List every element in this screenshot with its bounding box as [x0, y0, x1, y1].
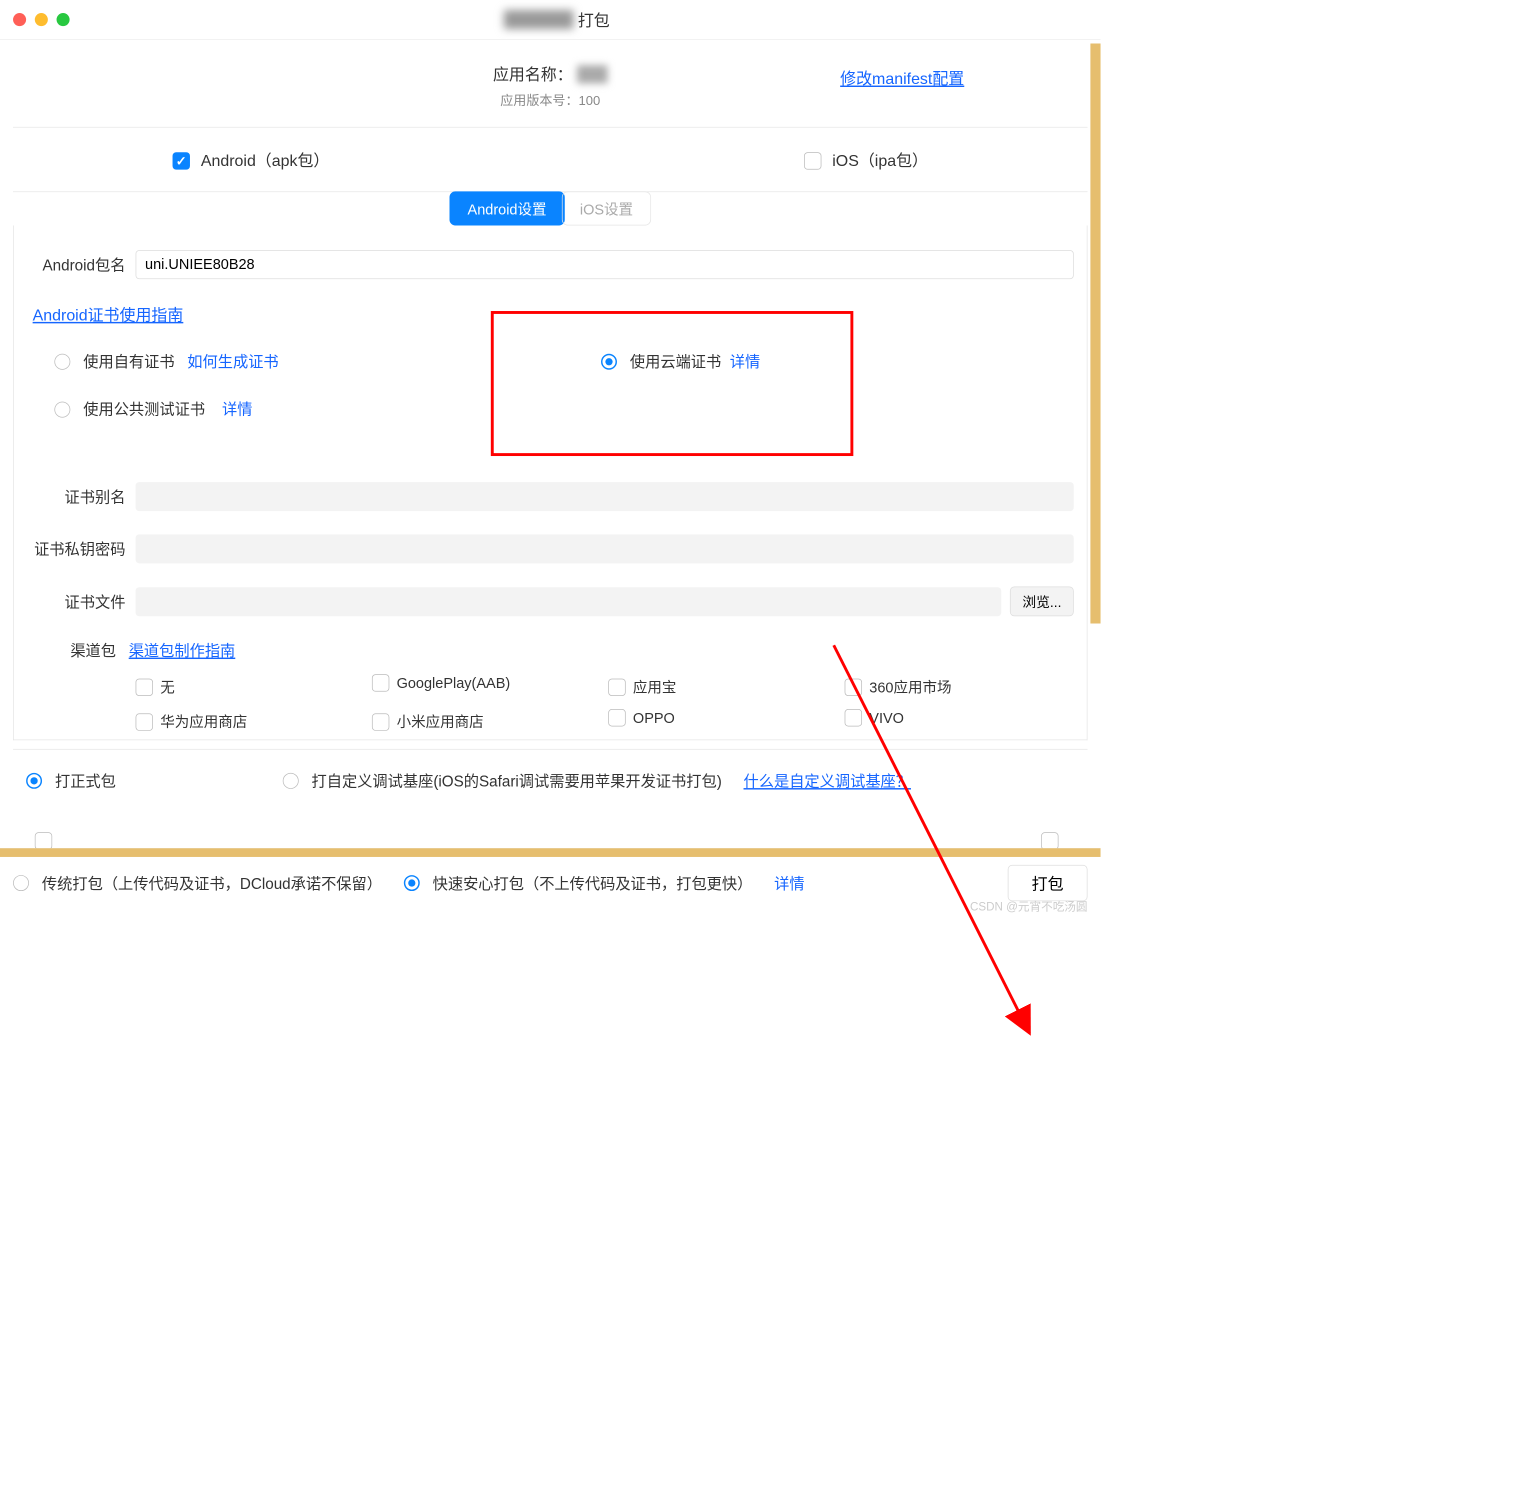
- fast-radio[interactable]: [404, 875, 420, 891]
- public-cert-label: 使用公共测试证书: [83, 402, 205, 419]
- channel-360: 360应用市场: [869, 680, 951, 696]
- channel-xiaomi: 小米应用商店: [397, 715, 484, 731]
- title-blurred: xxxxxxxx: [504, 10, 574, 29]
- modify-manifest-link[interactable]: 修改manifest配置: [840, 66, 964, 89]
- channel-oppo: OPPO: [633, 711, 675, 727]
- cert-keypwd-input[interactable]: [136, 535, 1074, 564]
- tab-ios[interactable]: iOS设置: [562, 192, 651, 226]
- cert-alias-label: 证书别名: [27, 486, 136, 508]
- app-name-value-blurred: xx: [577, 65, 607, 83]
- what-is-custom-link[interactable]: 什么是自定义调试基座？: [744, 770, 911, 792]
- bottom-detail-link[interactable]: 详情: [774, 872, 804, 894]
- how-gen-cert-link[interactable]: 如何生成证书: [187, 354, 278, 371]
- channel-google-cb[interactable]: [372, 674, 389, 691]
- channel-360-cb[interactable]: [845, 679, 862, 696]
- traditional-radio[interactable]: [13, 875, 29, 891]
- channel-yyb-cb[interactable]: [608, 679, 625, 696]
- window-title: xxxxxxxx 打包: [70, 8, 1044, 31]
- channel-vivo-cb[interactable]: [845, 709, 862, 726]
- package-name-input[interactable]: [136, 250, 1074, 279]
- fast-label: 快速安心打包（不上传代码及证书，打包更快）: [433, 876, 753, 893]
- hidden-cb1: [35, 832, 52, 848]
- public-cert-detail-link[interactable]: 详情: [222, 402, 252, 419]
- cert-guide-link[interactable]: Android证书使用指南: [33, 306, 184, 324]
- cert-keypwd-label: 证书私钥密码: [27, 538, 136, 560]
- channel-oppo-cb[interactable]: [608, 709, 625, 726]
- cert-alias-input[interactable]: [136, 482, 1074, 511]
- channel-huawei-cb[interactable]: [136, 713, 153, 730]
- traditional-label: 传统打包（上传代码及证书，DCloud承诺不保留）: [42, 876, 382, 893]
- channel-xiaomi-cb[interactable]: [372, 713, 389, 730]
- channel-none-cb[interactable]: [136, 679, 153, 696]
- channel-google: GooglePlay(AAB): [397, 676, 511, 692]
- channel-huawei: 华为应用商店: [160, 715, 247, 731]
- custom-base-radio[interactable]: [283, 773, 299, 789]
- maximize-icon[interactable]: [57, 13, 70, 26]
- formal-radio[interactable]: [26, 773, 42, 789]
- cert-file-input[interactable]: [136, 587, 1002, 616]
- browse-button[interactable]: 浏览...: [1010, 587, 1074, 617]
- channel-vivo: VIVO: [869, 711, 904, 727]
- android-checkbox[interactable]: [173, 152, 190, 169]
- gold-divider: [0, 848, 1101, 857]
- cert-file-label: 证书文件: [27, 591, 136, 613]
- channel-guide-link[interactable]: 渠道包制作指南: [129, 643, 236, 660]
- android-panel: Android包名 Android证书使用指南 使用自有证书 如何生成证书 使用…: [13, 226, 1087, 740]
- custom-base-label: 打自定义调试基座(iOS的Safari调试需要用苹果开发证书打包): [312, 773, 722, 790]
- formal-label: 打正式包: [55, 773, 116, 790]
- bottom-bar: 传统打包（上传代码及证书，DCloud承诺不保留） 快速安心打包（不上传代码及证…: [0, 848, 1101, 917]
- package-name-label: Android包名: [27, 254, 136, 276]
- gold-sidebar: [1090, 44, 1100, 624]
- annotation-red-box: [491, 311, 854, 456]
- app-version-value: 100: [579, 94, 601, 109]
- hidden-cb2: [1041, 832, 1058, 848]
- close-icon[interactable]: [13, 13, 26, 26]
- channel-yyb: 应用宝: [633, 680, 677, 696]
- tabs: Android设置iOS设置: [13, 192, 1087, 226]
- channel-label: 渠道包: [70, 643, 116, 660]
- own-cert-label: 使用自有证书: [83, 354, 174, 371]
- package-button[interactable]: 打包: [1008, 865, 1088, 901]
- public-cert-radio[interactable]: [54, 401, 70, 417]
- channel-none: 无: [160, 680, 175, 696]
- watermark: CSDN @元宵不吃汤圆: [970, 897, 1087, 914]
- platform-row: Android（apk包） iOS（ipa包）: [13, 128, 1087, 193]
- own-cert-radio[interactable]: [54, 354, 70, 370]
- build-type-row: 打正式包 打自定义调试基座(iOS的Safari调试需要用苹果开发证书打包) 什…: [13, 749, 1087, 812]
- app-name-label: 应用名称：: [493, 65, 573, 83]
- minimize-icon[interactable]: [35, 13, 48, 26]
- app-info: 应用名称： xx 应用版本号：100 修改manifest配置: [13, 40, 1087, 127]
- ios-checkbox[interactable]: [804, 152, 821, 169]
- titlebar: xxxxxxxx 打包: [0, 0, 1101, 40]
- tab-android[interactable]: Android设置: [449, 192, 564, 226]
- android-label: Android（apk包）: [201, 152, 330, 170]
- title-suffix: 打包: [578, 8, 610, 31]
- traffic-lights: [13, 13, 70, 26]
- ios-label: iOS（ipa包）: [832, 152, 928, 170]
- app-version-label: 应用版本号：: [500, 94, 578, 109]
